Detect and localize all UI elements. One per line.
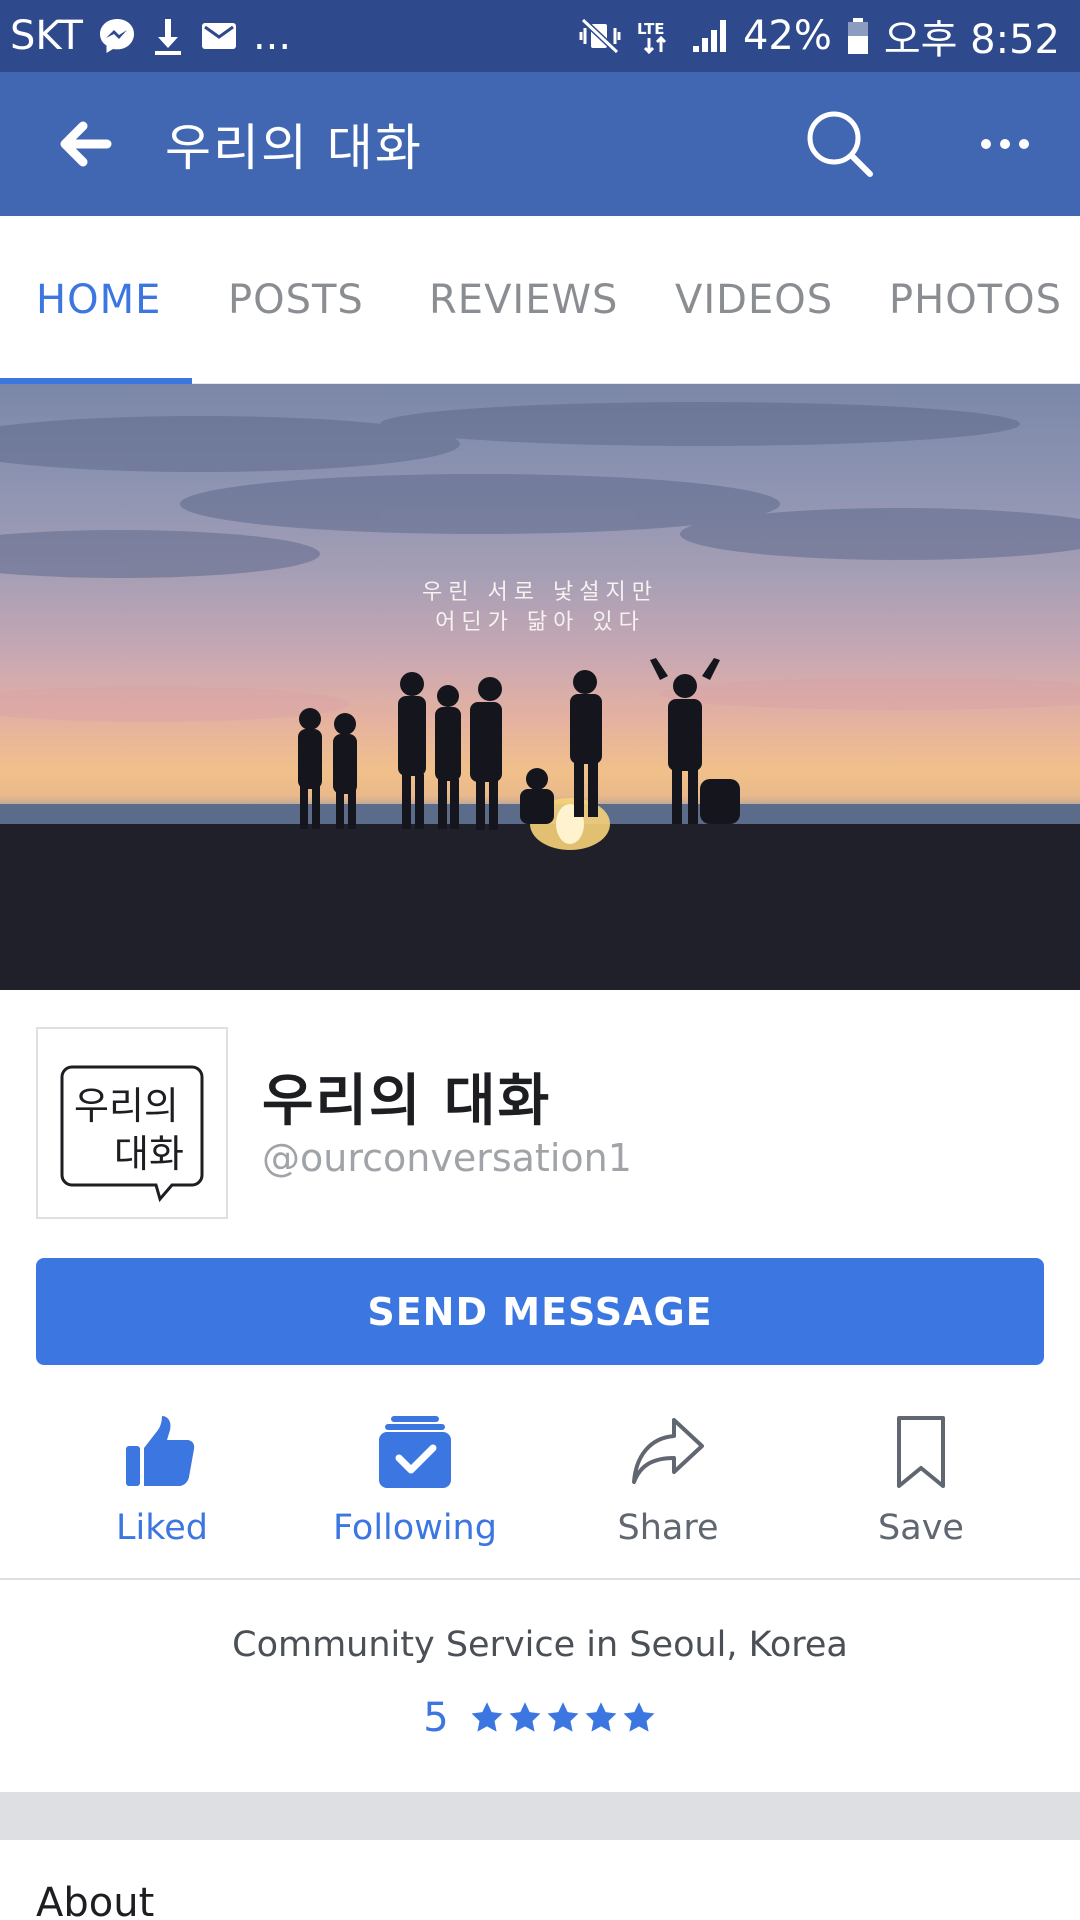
clock: 오후 8:52 [883,17,1060,63]
thumbs-up-icon [126,1416,195,1486]
status-bar: SKT ... LTE 42% 오후 8:52 [0,0,1080,72]
share-arrow-icon [632,1418,704,1484]
signal-icon [689,16,729,56]
page-name: 우리의 대화 [262,1069,552,1134]
page-title: 우리의 대화 [165,119,423,177]
share-button[interactable]: Share [543,1390,793,1578]
tab-posts[interactable]: POSTS [228,216,364,384]
send-message-button[interactable]: SEND MESSAGE [36,1258,1044,1365]
star-icon [547,1702,579,1732]
status-bar-left: SKT ... [10,13,291,59]
more-dots-icon [981,139,1029,149]
tab-photos[interactable]: PHOTOS [889,216,1062,384]
back-arrow-icon [60,121,112,167]
cover-caption-line1: 우린 서로 낯설지만 [422,580,658,605]
search-icon [807,111,873,177]
star-icon [623,1702,655,1732]
bookmark-icon [897,1416,945,1488]
lte-label: LTE [637,20,665,38]
star-icon [585,1702,617,1732]
star-icon [509,1702,541,1732]
more-notifications-indicator: ... [252,13,292,59]
liked-label: Liked [116,1508,208,1548]
following-label: Following [333,1508,497,1548]
mail-icon [199,16,239,56]
page-category: Community Service in Seoul, Korea [232,1625,848,1665]
back-button[interactable] [25,72,145,216]
search-button[interactable] [785,89,895,199]
carrier-label: SKT [10,13,83,59]
tab-home[interactable]: HOME [36,216,161,384]
divider [0,1578,1080,1580]
rating-value: 5 [423,1695,449,1741]
battery-icon [846,16,870,56]
page-actions: Liked Following Share Save [0,1390,1080,1578]
cover-caption-line2: 어딘가 닮아 있다 [435,610,645,635]
logo-text-line2: 대화 [114,1132,184,1176]
battery-percent: 42% [742,13,832,59]
following-button[interactable]: Following [290,1390,540,1578]
save-button[interactable]: Save [796,1390,1046,1578]
vibrate-mute-icon [579,16,621,56]
about-heading: About [36,1880,155,1920]
following-check-icon [379,1416,451,1488]
page-profile-picture[interactable]: 우리의 대화 [36,1027,228,1219]
section-separator [0,1792,1080,1840]
tab-reviews[interactable]: REVIEWS [429,216,618,384]
liked-button[interactable]: Liked [37,1390,287,1578]
speech-bubble-logo: 우리의 대화 [60,1065,204,1203]
page-handle: @ourconversation1 [262,1136,632,1180]
cover-photo[interactable]: 우린 서로 낯설지만 어딘가 닮아 있다 [0,384,1080,990]
lte-icon: LTE [635,16,675,56]
cover-scene [0,402,1080,990]
download-icon [151,16,185,56]
share-label: Share [617,1508,719,1548]
page-rating[interactable]: 5 [0,1695,1080,1741]
save-label: Save [878,1508,964,1548]
messenger-icon [97,16,137,56]
more-options-button[interactable] [955,89,1055,199]
tab-videos[interactable]: VIDEOS [675,216,833,384]
rating-stars [469,1700,657,1736]
star-icon [471,1702,503,1732]
logo-text-line1: 우리의 [74,1084,179,1128]
status-bar-right: LTE 42% 오후 8:52 [579,7,1060,65]
tab-bar: HOME POSTS REVIEWS VIDEOS PHOTOS [0,216,1080,384]
app-bar: 우리의 대화 [0,72,1080,216]
